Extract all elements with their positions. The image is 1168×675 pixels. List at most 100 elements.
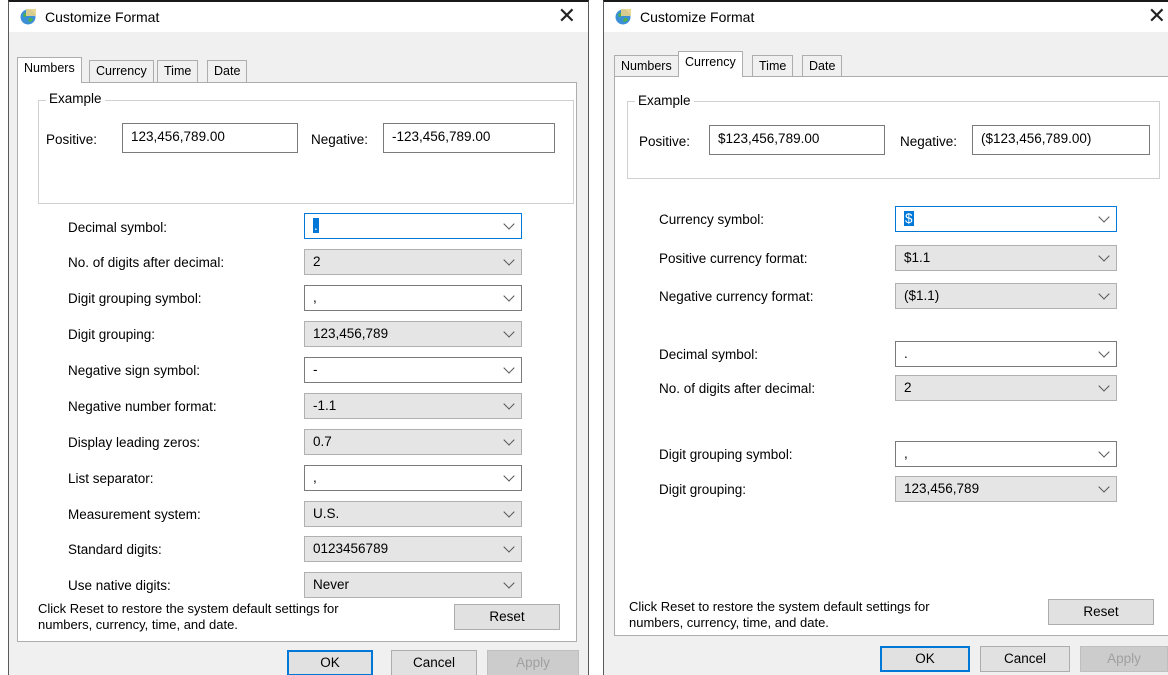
positive-currency-format-select[interactable]: $1.1 <box>895 245 1117 271</box>
apply-button[interactable]: Apply <box>1080 646 1168 672</box>
dialog-title: Customize Format <box>640 9 755 25</box>
reset-button[interactable]: Reset <box>1048 599 1154 625</box>
chevron-down-icon <box>1098 346 1110 358</box>
select-value: , <box>313 290 317 305</box>
digits-after-decimal-label: No. of digits after decimal: <box>68 255 225 270</box>
positive-currency-format-label: Positive currency format: <box>659 251 808 266</box>
leading-zeros-label: Display leading zeros: <box>68 435 201 450</box>
close-icon[interactable]: ✕ <box>558 4 576 28</box>
negative-number-format-select[interactable]: -1.1 <box>304 393 522 419</box>
selected-text: . <box>313 218 319 233</box>
negative-example-field: -123,456,789.00 <box>383 123 555 153</box>
negative-example-field: ($123,456,789.00) <box>972 125 1150 155</box>
customize-format-dialog-numbers: Customize Format ✕ Numbers Currency Time… <box>8 0 589 675</box>
close-icon[interactable]: ✕ <box>1148 4 1166 28</box>
list-separator-label: List separator: <box>68 471 154 486</box>
tab-numbers[interactable]: Numbers <box>17 57 82 83</box>
digit-grouping-symbol-select[interactable]: , <box>895 441 1117 467</box>
select-value: ($1.1) <box>904 288 940 303</box>
chevron-down-icon <box>503 326 515 338</box>
select-value: 123,456,789 <box>904 481 980 496</box>
example-legend: Example <box>635 93 694 108</box>
reset-info-line: Click Reset to restore the system defaul… <box>38 601 339 616</box>
cancel-button[interactable]: Cancel <box>980 646 1070 672</box>
digit-grouping-select[interactable]: 123,456,789 <box>895 476 1117 502</box>
negative-label: Negative: <box>311 132 369 147</box>
chevron-down-icon <box>1098 481 1110 493</box>
chevron-down-icon <box>1098 288 1110 300</box>
positive-label: Positive: <box>639 134 691 149</box>
example-legend: Example <box>46 91 105 106</box>
chevron-down-icon <box>503 254 515 266</box>
leading-zeros-select[interactable]: 0.7 <box>304 429 522 455</box>
digits-after-decimal-select[interactable]: 2 <box>304 249 522 275</box>
digit-grouping-symbol-label: Digit grouping symbol: <box>659 447 793 462</box>
select-value: Never <box>313 577 350 592</box>
negative-sign-symbol-select[interactable]: - <box>304 357 522 383</box>
tab-date[interactable]: Date <box>207 60 248 82</box>
reset-button[interactable]: Reset <box>454 604 560 630</box>
chevron-down-icon <box>503 506 515 518</box>
negative-label: Negative: <box>900 134 958 149</box>
reset-info-line: numbers, currency, time, and date. <box>38 617 238 632</box>
negative-currency-format-select[interactable]: ($1.1) <box>895 283 1117 309</box>
select-value: , <box>904 446 908 461</box>
tab-panel: Example Positive: $123,456,789.00 Negati… <box>614 76 1168 636</box>
select-value: 123,456,789 <box>313 326 389 341</box>
tab-date[interactable]: Date <box>802 55 843 77</box>
tab-currency[interactable]: Currency <box>678 51 743 77</box>
apply-button[interactable]: Apply <box>487 650 579 675</box>
tab-numbers[interactable]: Numbers <box>614 55 679 77</box>
title-bar: Customize Format ✕ <box>9 2 588 32</box>
dialog-title: Customize Format <box>45 9 160 25</box>
digits-after-decimal-label: No. of digits after decimal: <box>659 381 816 396</box>
select-value: U.S. <box>313 506 340 521</box>
positive-example-field: $123,456,789.00 <box>709 125 885 155</box>
cancel-button[interactable]: Cancel <box>391 650 477 675</box>
tab-time[interactable]: Time <box>157 60 199 82</box>
digit-grouping-select[interactable]: 123,456,789 <box>304 321 522 347</box>
customize-format-dialog-currency: Customize Format ✕ Numbers Currency Time… <box>603 0 1168 675</box>
tab-currency[interactable]: Currency <box>89 60 154 82</box>
positive-example-field: 123,456,789.00 <box>122 123 298 153</box>
select-value: 0.7 <box>313 434 332 449</box>
list-separator-select[interactable]: , <box>304 465 522 491</box>
measurement-system-select[interactable]: U.S. <box>304 501 522 527</box>
decimal-symbol-select[interactable]: . <box>895 341 1117 367</box>
select-value: 2 <box>904 380 912 395</box>
select-value: . <box>904 346 908 361</box>
title-bar: Customize Format ✕ <box>604 2 1168 32</box>
native-digits-select[interactable]: Never <box>304 572 522 598</box>
digit-grouping-symbol-select[interactable]: , <box>304 285 522 311</box>
negative-number-format-label: Negative number format: <box>68 399 217 414</box>
digit-grouping-label: Digit grouping: <box>659 482 747 497</box>
region-globe-icon <box>20 9 36 25</box>
ok-button[interactable]: OK <box>287 650 373 675</box>
decimal-symbol-label: Decimal symbol: <box>68 220 168 235</box>
native-digits-label: Use native digits: <box>68 578 171 593</box>
negative-currency-format-label: Negative currency format: <box>659 289 814 304</box>
decimal-symbol-label: Decimal symbol: <box>659 347 759 362</box>
standard-digits-select[interactable]: 0123456789 <box>304 536 522 562</box>
standard-digits-label: Standard digits: <box>68 542 162 557</box>
select-value: 2 <box>313 254 321 269</box>
currency-symbol-select[interactable]: $ <box>895 206 1117 232</box>
chevron-down-icon <box>503 398 515 410</box>
chevron-down-icon <box>503 541 515 553</box>
digit-grouping-label: Digit grouping: <box>68 327 156 342</box>
chevron-down-icon <box>1098 380 1110 392</box>
chevron-down-icon <box>1098 446 1110 458</box>
decimal-symbol-select[interactable]: . <box>304 213 522 239</box>
chevron-down-icon <box>503 470 515 482</box>
reset-info-text: Click Reset to restore the system defaul… <box>38 601 339 633</box>
digit-grouping-symbol-label: Digit grouping symbol: <box>68 291 202 306</box>
ok-button[interactable]: OK <box>880 646 970 672</box>
measurement-system-label: Measurement system: <box>68 507 201 522</box>
select-value: - <box>313 362 318 377</box>
chevron-down-icon <box>1098 211 1110 223</box>
tab-time[interactable]: Time <box>752 55 794 77</box>
tab-panel: Example Positive: 123,456,789.00 Negativ… <box>17 82 577 642</box>
currency-symbol-label: Currency symbol: <box>659 212 765 227</box>
digits-after-decimal-select[interactable]: 2 <box>895 375 1117 401</box>
select-value: $1.1 <box>904 250 931 265</box>
